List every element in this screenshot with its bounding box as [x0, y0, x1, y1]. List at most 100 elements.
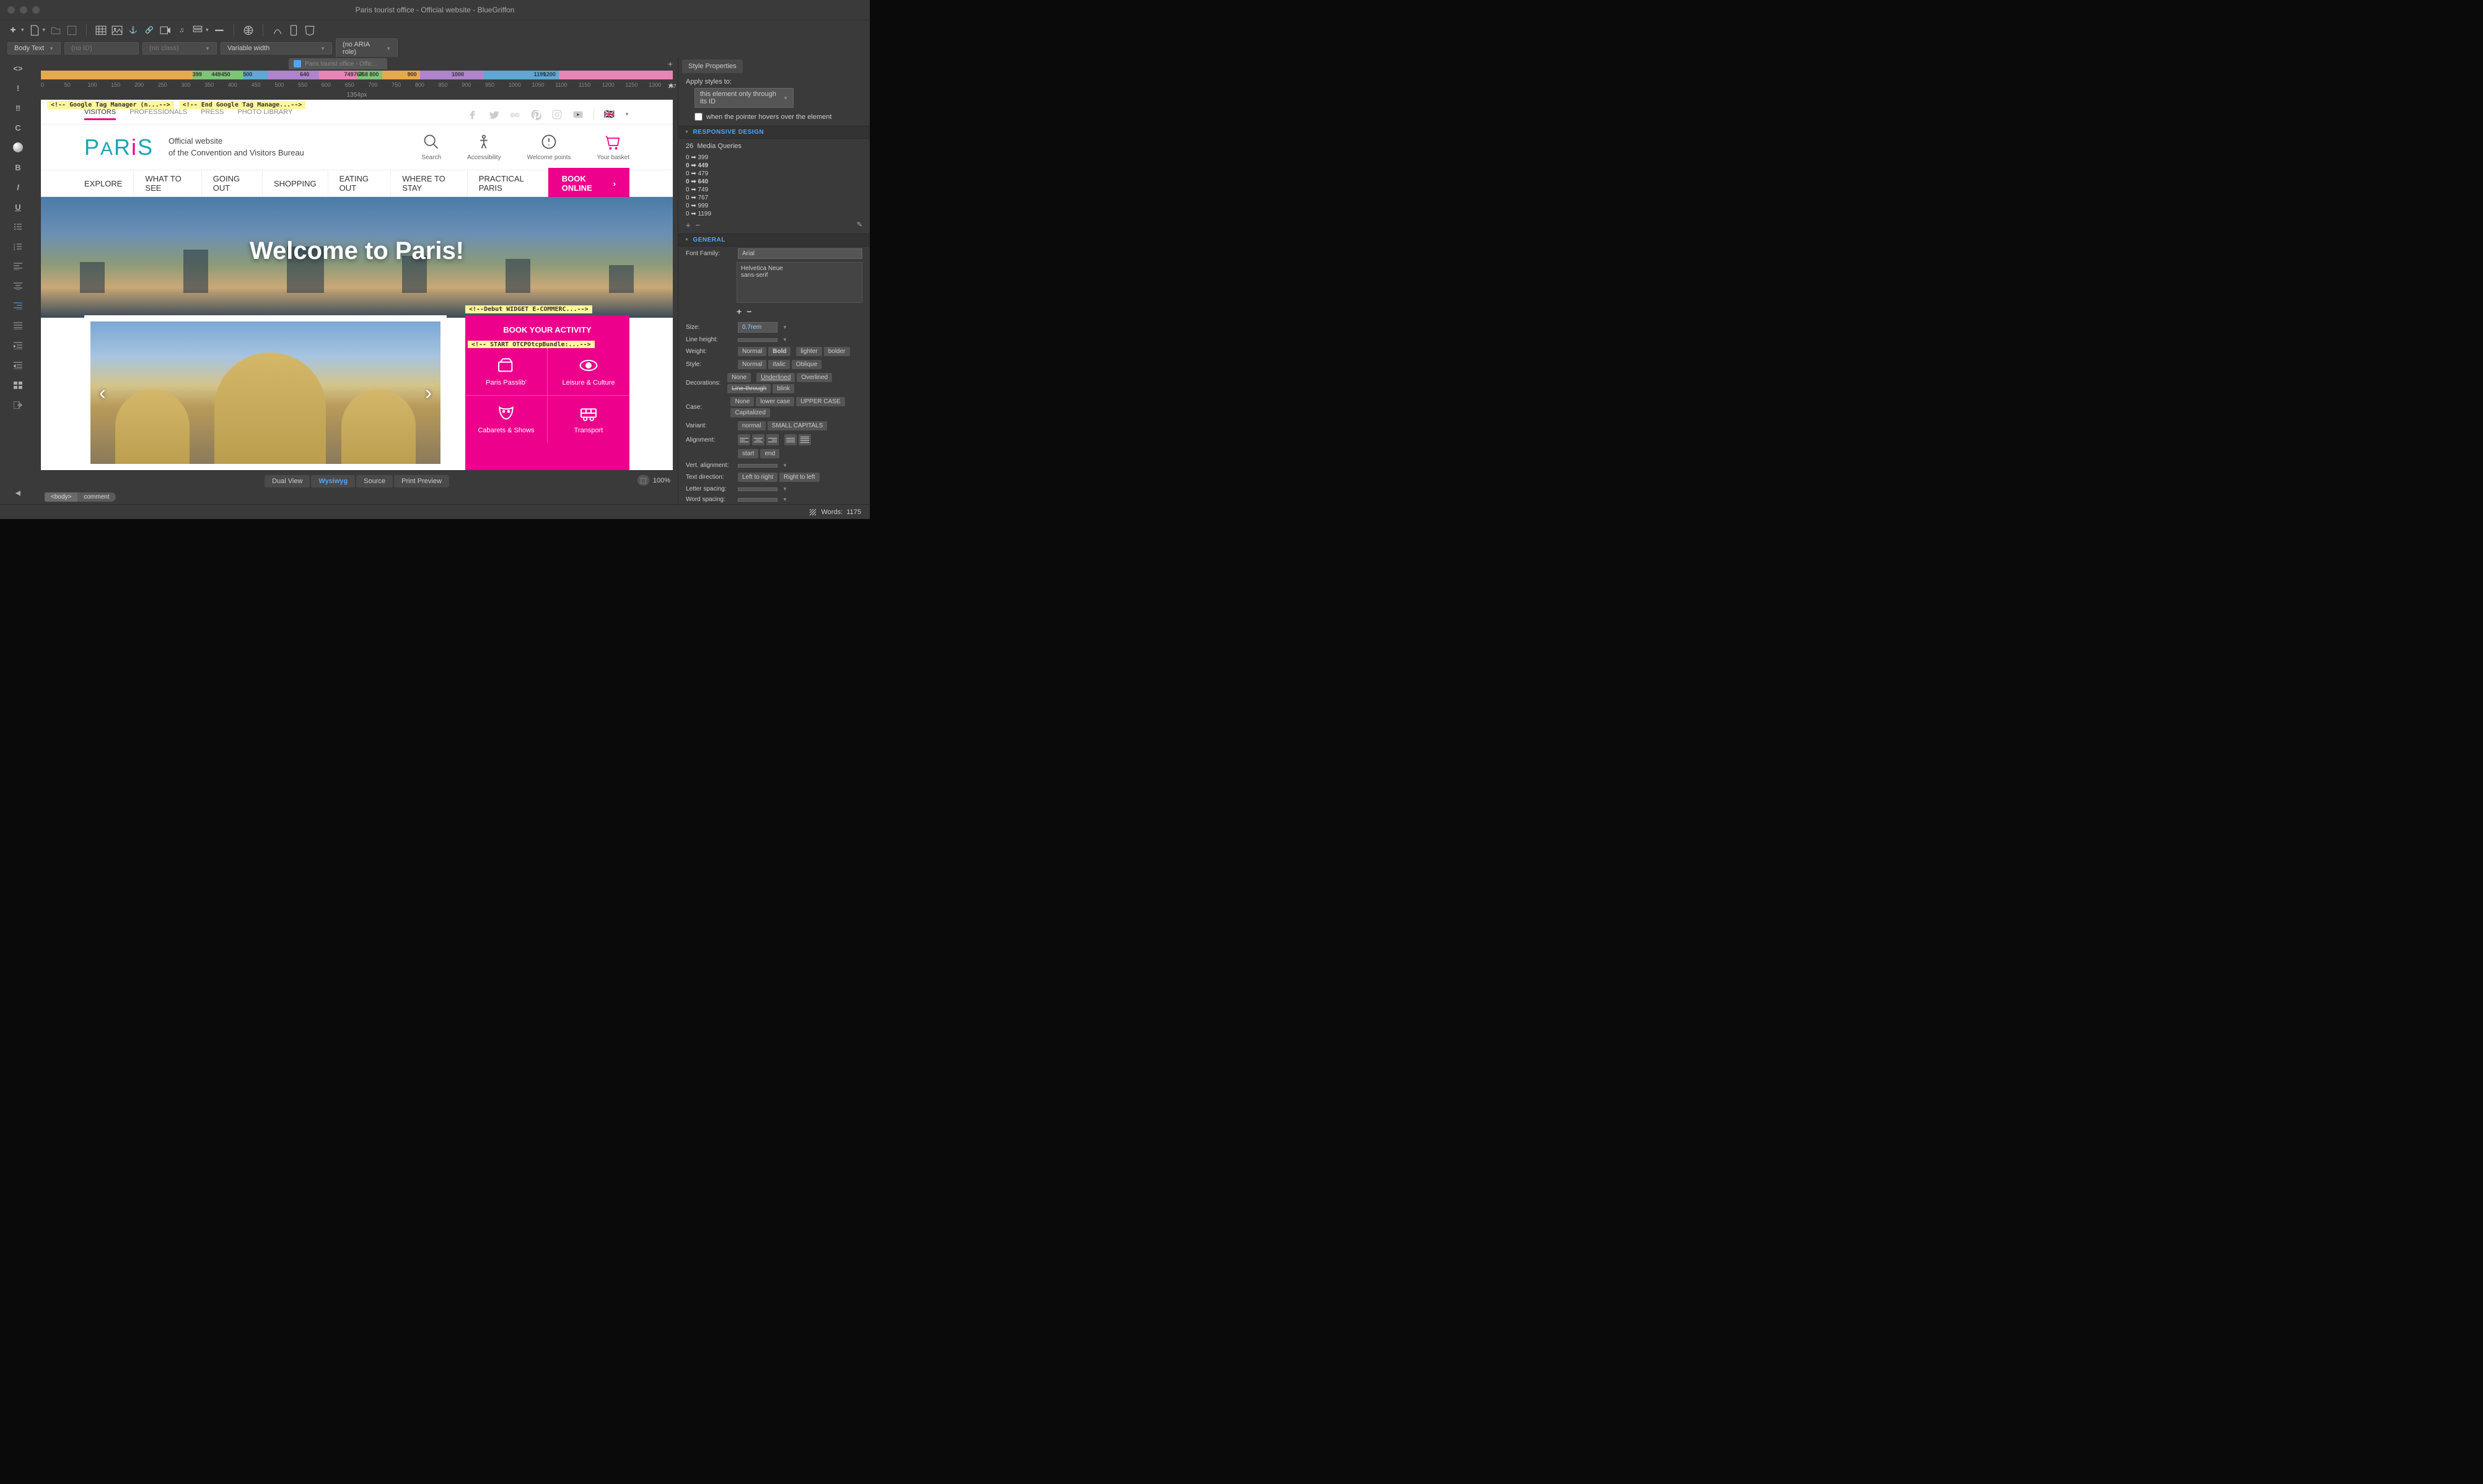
nav-shop[interactable]: SHOPPING [263, 170, 328, 196]
topnav-professionals[interactable]: PROFESSIONALS [129, 108, 187, 120]
media-query-item[interactable]: 0 ➡ 1199 [686, 210, 862, 218]
activity-cabarets[interactable]: Cabarets & Shows [465, 396, 547, 443]
responsive-ruler[interactable]: 3994494505006407497677688009001000119912… [41, 71, 673, 79]
mobile-icon[interactable] [288, 25, 299, 36]
search-action[interactable]: Search [421, 133, 441, 161]
tripadvisor-icon[interactable] [509, 109, 520, 120]
media-query-item[interactable]: 0 ➡ 479 [686, 170, 862, 178]
aria-selector[interactable]: (no ARIA role)▼ [336, 38, 398, 58]
code-icon[interactable]: <> [12, 62, 24, 74]
table-icon[interactable] [95, 25, 107, 36]
justify-icon[interactable] [12, 320, 24, 332]
instagram-icon[interactable] [551, 109, 563, 120]
anchor-icon[interactable]: ⚓ [128, 25, 139, 36]
italic-icon[interactable]: I [12, 181, 24, 193]
add-icon[interactable]: ✚ [7, 25, 19, 36]
indent-icon[interactable] [12, 339, 24, 352]
align-left-icon[interactable] [12, 260, 24, 273]
facebook-icon[interactable] [467, 109, 478, 120]
activity-leisure[interactable]: Leisure & Culture [548, 348, 629, 395]
open-icon[interactable] [50, 25, 61, 36]
crumb-body[interactable]: <body> [45, 492, 77, 502]
nav-stay[interactable]: WHERE TO STAY [391, 170, 468, 196]
tab-wysiwyg[interactable]: Wysiwyg [311, 475, 355, 487]
crumb-comment[interactable]: comment [77, 492, 115, 502]
align-justify-all[interactable] [799, 434, 811, 445]
general-header[interactable]: GENERAL [678, 234, 870, 247]
language-flag[interactable]: 🇬🇧 [604, 109, 615, 120]
ol-icon[interactable]: 123 [12, 240, 24, 253]
new-file-icon[interactable] [29, 25, 40, 36]
width-selector[interactable]: Variable width▼ [221, 42, 332, 55]
globe-icon[interactable] [243, 25, 254, 36]
rendered-page[interactable]: <!-- Google Tag Manager (n...--> <!-- En… [41, 100, 673, 470]
align-right-icon[interactable] [12, 300, 24, 312]
word-input[interactable] [738, 498, 777, 502]
font-family-input[interactable]: Arial [738, 248, 862, 259]
activity-transport[interactable]: Transport [548, 396, 629, 443]
topnav-press[interactable]: PRESS [201, 108, 224, 120]
size-input[interactable]: 0.7rem [738, 322, 777, 333]
align-justify[interactable] [784, 434, 797, 445]
align-right[interactable] [766, 434, 779, 445]
font-add[interactable]: + [737, 307, 742, 316]
align-center-icon[interactable] [12, 280, 24, 292]
media-query-item[interactable]: 0 ➡ 749 [686, 186, 862, 194]
font-remove[interactable]: − [747, 307, 751, 316]
exit-icon[interactable] [12, 399, 24, 411]
window-controls[interactable] [7, 6, 40, 14]
align-left[interactable] [738, 434, 750, 445]
element-selector[interactable]: Body Text▼ [7, 42, 61, 55]
link-icon[interactable]: 🔗 [144, 25, 155, 36]
save-icon[interactable] [66, 25, 77, 36]
tab-print[interactable]: Print Preview [394, 475, 449, 487]
activity-passlib[interactable]: Paris Passlib' [465, 348, 547, 395]
valign-input[interactable] [738, 464, 777, 468]
image-icon[interactable] [112, 25, 123, 36]
responsive-header[interactable]: RESPONSIVE DESIGN [678, 126, 870, 139]
accessibility-action[interactable]: Accessibility [467, 133, 501, 161]
book-button[interactable]: BOOK ONLINE› [548, 168, 629, 199]
nav-see[interactable]: WHAT TO SEE [134, 170, 201, 196]
basket-action[interactable]: Your basket [597, 133, 629, 161]
font-list[interactable]: Helvetica Neue sans-serif [737, 262, 862, 303]
bold-icon[interactable]: B [12, 161, 24, 173]
audio-icon[interactable]: ♫ [176, 25, 187, 36]
grid-icon[interactable] [12, 379, 24, 391]
topnav-visitors[interactable]: VISITORS [84, 108, 116, 120]
nav-out[interactable]: GOING OUT [202, 170, 263, 196]
media-query-item[interactable]: 0 ➡ 999 [686, 202, 862, 210]
nav-practical[interactable]: PRACTICAL PARIS [468, 170, 548, 196]
video-icon[interactable] [160, 25, 171, 36]
paris-logo[interactable]: PARiS [84, 134, 154, 160]
mq-add[interactable]: + [686, 220, 691, 230]
resize-icon[interactable] [809, 508, 817, 516]
pinterest-icon[interactable] [530, 109, 541, 120]
welcome-action[interactable]: Welcome points [527, 133, 571, 161]
letter-input[interactable] [738, 487, 777, 491]
style-properties-tab[interactable]: Style Properties [682, 59, 743, 73]
add-tab-button[interactable]: + [668, 59, 673, 69]
mq-remove[interactable]: − [696, 220, 701, 230]
tab-dual[interactable]: Dual View [265, 475, 310, 487]
tab-source[interactable]: Source [356, 475, 393, 487]
align-center[interactable] [752, 434, 764, 445]
topnav-photo[interactable]: PHOTO LIBRARY [237, 108, 292, 120]
nav-explore[interactable]: EXPLORE [84, 170, 134, 196]
media-query-item[interactable]: 0 ➡ 399 [686, 154, 862, 162]
carousel-next[interactable]: › [425, 382, 432, 404]
document-tab[interactable]: Paris tourist office - Offic... [289, 58, 387, 69]
media-query-item[interactable]: 0 ➡ 449 [686, 162, 862, 170]
ruler-marker[interactable]: ▲137 [668, 82, 674, 89]
carousel-prev[interactable]: ‹ [99, 382, 106, 404]
css-icon[interactable] [304, 25, 315, 36]
underline-icon[interactable]: U [12, 201, 24, 213]
zoom-control[interactable]: ⬚100% [637, 475, 670, 486]
circle-icon[interactable] [12, 141, 24, 154]
mq-edit[interactable]: ✎ [857, 220, 862, 230]
double-info-icon[interactable]: ‼ [12, 102, 24, 114]
ul-icon[interactable] [12, 220, 24, 233]
form-icon[interactable] [192, 25, 203, 36]
id-selector[interactable]: (no ID) [64, 42, 139, 55]
apply-select[interactable]: this element only through its ID▼ [694, 88, 794, 108]
